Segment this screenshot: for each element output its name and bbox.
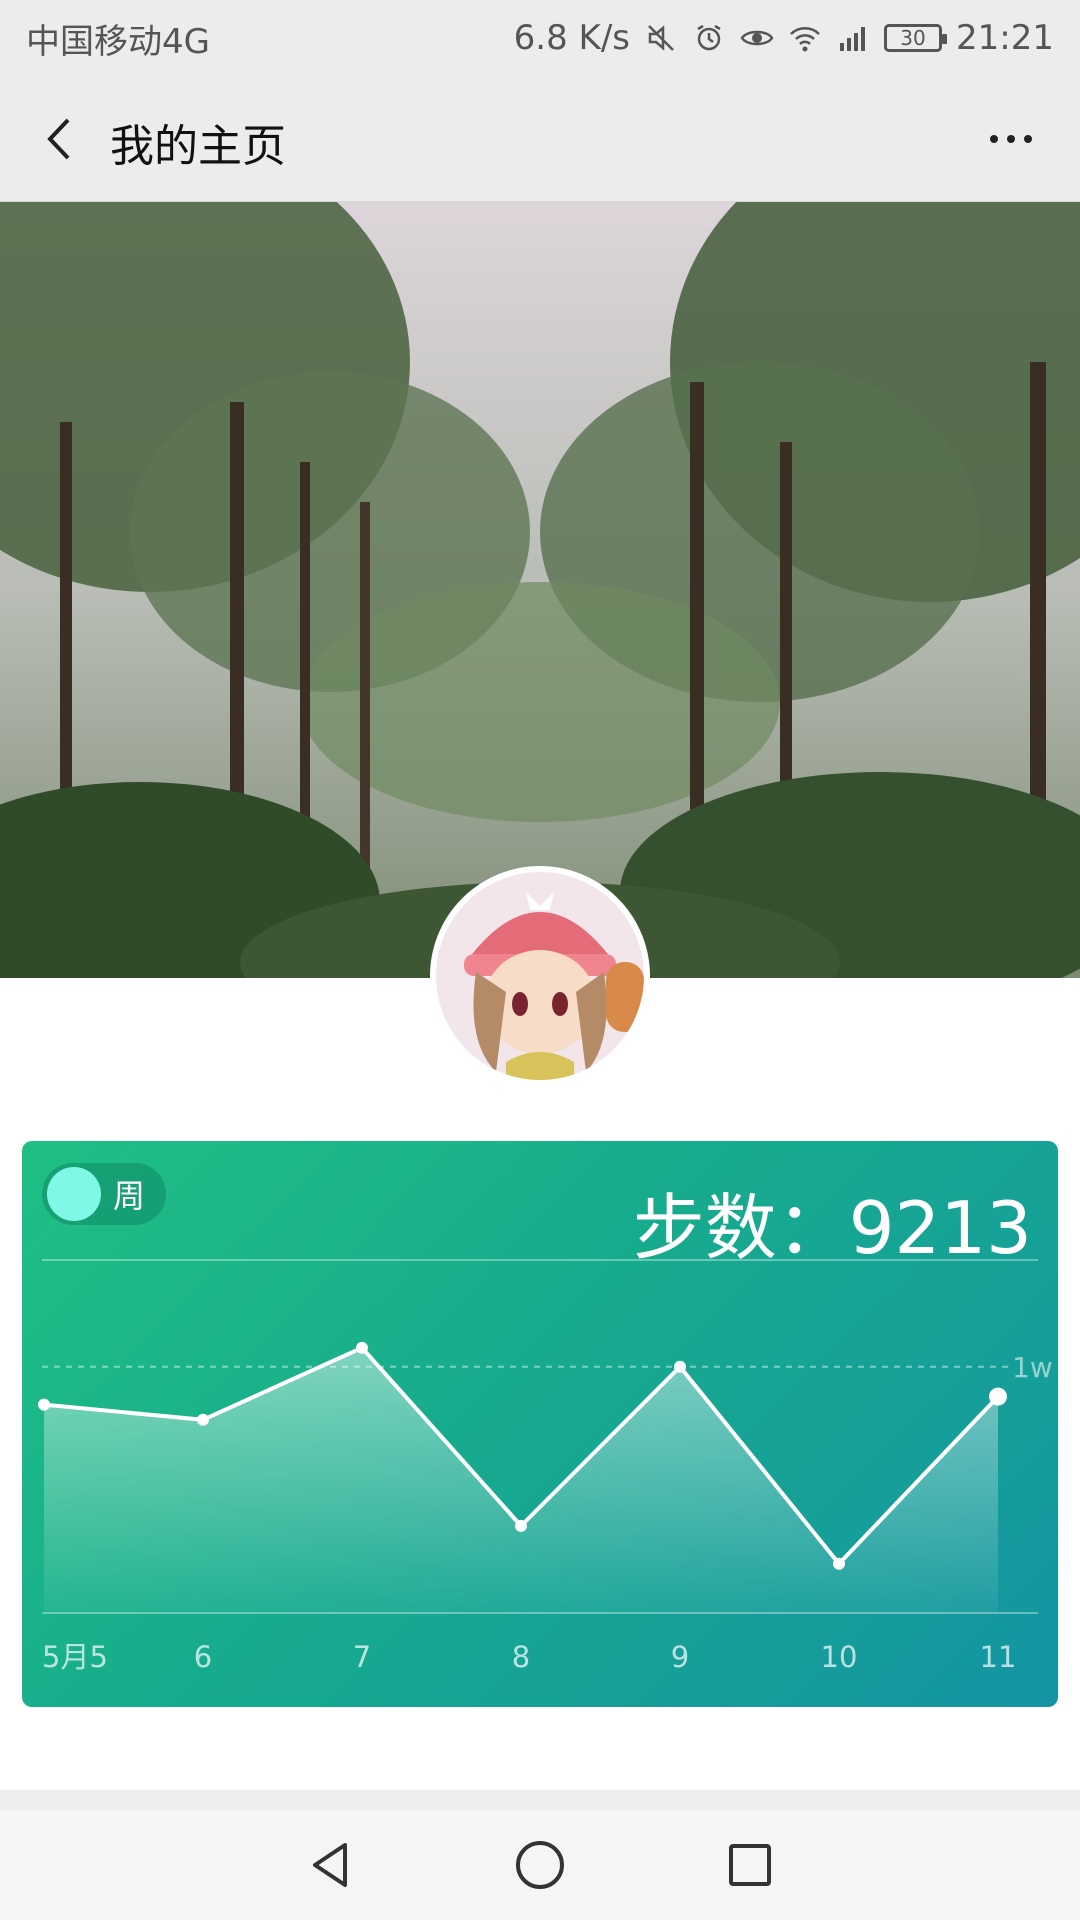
- mute-icon: [644, 21, 678, 55]
- eye-icon: [740, 21, 774, 55]
- avatar[interactable]: [430, 866, 650, 1086]
- system-home-button[interactable]: [510, 1835, 570, 1895]
- more-dot-icon: [990, 135, 998, 143]
- x-tick-label: 9: [671, 1640, 689, 1674]
- status-icons: 6.8 K/s 30 21:21: [514, 18, 1054, 58]
- step-chart: 1w 5月5 6 7 8 9 10 11: [38, 1341, 1053, 1674]
- x-tick-label: 10: [821, 1640, 858, 1674]
- chart-point: [356, 1341, 368, 1354]
- system-nav-bar: [0, 1810, 1080, 1920]
- chart-point: [197, 1413, 209, 1426]
- chart-area: [44, 1347, 998, 1613]
- battery-indicator: 30: [884, 24, 948, 52]
- clock: 21:21: [956, 18, 1054, 58]
- section-separator: [0, 1790, 1080, 1810]
- triangle-back-icon: [313, 1843, 347, 1887]
- chevron-left-icon: [47, 118, 70, 160]
- step-card: 周 步数：9213 1w 5月5 6 7 8 9 10 11: [22, 1141, 1058, 1707]
- x-tick-label: 7: [353, 1640, 371, 1674]
- system-recents-button[interactable]: [720, 1835, 780, 1895]
- signal-icon: [836, 21, 870, 55]
- anime-avatar-icon: [436, 872, 644, 1080]
- page-title: 我的主页: [110, 121, 286, 172]
- more-dot-icon: [1007, 135, 1015, 143]
- nav-bar: 我的主页: [0, 76, 1080, 202]
- chart-point: [38, 1398, 50, 1411]
- more-dot-icon: [1024, 135, 1032, 143]
- chart-point: [674, 1360, 686, 1373]
- x-tick-label: 6: [194, 1640, 212, 1674]
- chart-point: [515, 1519, 527, 1532]
- cover-image[interactable]: [0, 202, 1080, 978]
- x-tick-label: 5月5: [42, 1640, 108, 1674]
- square-recents-icon: [729, 1844, 771, 1886]
- circle-home-icon: [516, 1841, 564, 1889]
- system-back-button[interactable]: [300, 1835, 360, 1895]
- chart-point: [989, 1387, 1007, 1406]
- carrier-label: 中国移动4G: [26, 21, 210, 62]
- alarm-icon: [692, 21, 726, 55]
- forest-illustration: [0, 202, 1080, 978]
- network-speed: 6.8 K/s: [513, 18, 631, 58]
- x-tick-label: 11: [980, 1640, 1017, 1674]
- back-button[interactable]: [28, 106, 88, 172]
- x-tick-label: 8: [512, 1640, 530, 1674]
- chart-point: [833, 1557, 845, 1570]
- status-bar: 中国移动4G 6.8 K/s 30 21:21: [0, 0, 1080, 76]
- more-button[interactable]: [976, 116, 1046, 162]
- wifi-icon: [788, 21, 822, 55]
- reference-label: 1w: [1012, 1351, 1053, 1384]
